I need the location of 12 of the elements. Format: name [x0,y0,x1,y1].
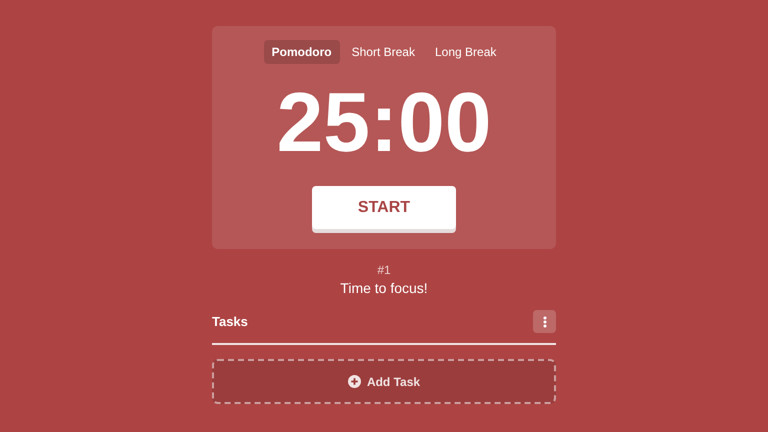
menu-button[interactable] [533,310,556,333]
mode-tab[interactable]: Long Break [426,40,504,64]
session-count: #1 [377,263,391,277]
start-button[interactable]: START [312,186,456,229]
timer-display: 25:00 [276,80,492,164]
mode-tab[interactable]: Short Break [344,40,423,64]
session-message: Time to focus! [340,280,428,296]
more-icon [542,316,546,328]
tasks-title: Tasks [212,314,248,329]
plus-circle-icon [348,375,361,388]
mode-tab[interactable]: Pomodoro [264,40,340,64]
add-task-button[interactable]: Add Task [212,359,556,404]
